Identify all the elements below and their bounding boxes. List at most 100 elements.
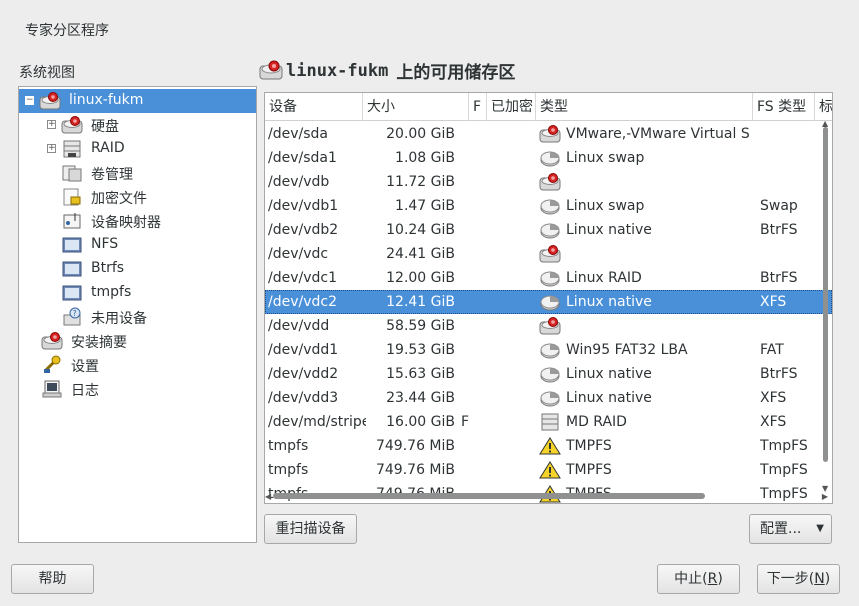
configure-label: 配置... <box>760 521 802 537</box>
device-cell: /dev/sda <box>268 126 328 142</box>
install-summary-icon <box>41 331 63 351</box>
tree-item[interactable]: NFS <box>19 233 256 257</box>
table-row[interactable]: /dev/vdc 24.41 GiB <box>265 242 832 266</box>
table-row[interactable]: /dev/vdd 58.59 GiB <box>265 314 832 338</box>
tree-item[interactable]: − linux-fukm <box>19 89 256 113</box>
system-view-label: 系统视图 <box>19 65 75 81</box>
column-header[interactable]: 类型 <box>536 93 753 121</box>
column-header[interactable]: 设备 <box>265 93 363 121</box>
configure-button[interactable]: 配置... ▼ <box>749 514 832 544</box>
log-icon <box>41 379 63 399</box>
device-cell: /dev/vdd2 <box>268 366 339 382</box>
expand-icon[interactable]: + <box>47 144 56 153</box>
column-header[interactable]: 已加密 <box>487 93 536 121</box>
fs-type-cell: XFS <box>760 390 787 406</box>
tree-item[interactable]: + 硬盘 <box>19 113 256 137</box>
vertical-scrollbar[interactable]: ▲ ▼ <box>822 119 830 493</box>
unused-device-icon: ? <box>61 307 83 327</box>
format-cell <box>461 458 475 482</box>
size-cell: 11.72 GiB <box>386 174 455 190</box>
tree-item[interactable]: 设置 <box>19 353 256 377</box>
tree-item[interactable]: 卷管理 <box>19 161 256 185</box>
table-row[interactable]: tmpfs 749.76 MiB TMPFS TmpFS <box>265 434 832 458</box>
format-cell <box>461 266 475 290</box>
storage-table[interactable]: 设备 大小 F 已加密 类型 FS 类型标 /dev/sda 20.00 GiB VMware… <box>264 92 833 504</box>
tree-item-label: 硬盘 <box>91 119 119 135</box>
format-cell <box>461 218 475 242</box>
encrypted-file-icon <box>61 187 83 207</box>
svg-text:?: ? <box>73 309 77 318</box>
table-row[interactable]: /dev/md/stripe 16.00 GiB F MD RAID XFS <box>265 410 832 434</box>
tree-item[interactable]: + RAID <box>19 137 256 161</box>
tree-item[interactable]: tmpfs <box>19 281 256 305</box>
device-cell: /dev/md/stripe <box>268 414 366 430</box>
fs-type-cell: Swap <box>760 198 798 214</box>
abort-button[interactable]: 中止(R) <box>657 564 740 594</box>
table-row[interactable]: /dev/vdc1 12.00 GiB Linux RAID BtrFS <box>265 266 832 290</box>
column-header[interactable]: 大小 <box>363 93 469 121</box>
device-cell: /dev/vdc2 <box>268 294 337 310</box>
horizontal-scrollbar[interactable]: ◀ ▶ <box>265 491 832 501</box>
format-cell <box>461 362 475 386</box>
next-button[interactable]: 下一步(N) <box>757 564 840 594</box>
tree-item[interactable]: 日志 <box>19 377 256 401</box>
column-header[interactable]: 标 <box>815 93 832 121</box>
type-cell: Linux native <box>566 366 652 382</box>
type-cell: TMPFS <box>566 438 612 454</box>
device-cell: /dev/vdb <box>268 174 330 190</box>
table-row[interactable]: /dev/vdb1 1.47 GiB Linux swap Swap <box>265 194 832 218</box>
system-view-tree[interactable]: − linux-fukm + 硬盘 + RAID 卷管理 加密文件 设备映射器 NFS Btrfs t… <box>18 86 257 543</box>
help-button[interactable]: 帮助 <box>11 564 94 594</box>
fs-type-cell: BtrFS <box>760 366 798 382</box>
table-row[interactable]: /dev/vdc2 12.41 GiB Linux native XFS <box>265 290 832 314</box>
format-cell <box>461 242 475 266</box>
column-header[interactable]: F <box>469 93 487 121</box>
window-title: 专家分区程序 <box>25 23 109 39</box>
table-row[interactable]: /dev/vdb 11.72 GiB <box>265 170 832 194</box>
horizontal-scroll-thumb[interactable] <box>273 493 705 499</box>
hard-disk-icon <box>61 115 83 135</box>
abort-label: 中止 <box>674 571 703 587</box>
device-cell: /dev/sda1 <box>268 150 337 166</box>
format-cell <box>461 338 475 362</box>
available-storage-title: 上的可用储存区 <box>396 63 516 83</box>
size-cell: 749.76 MiB <box>375 462 455 478</box>
table-row[interactable]: /dev/vdd2 15.63 GiB Linux native BtrFS <box>265 362 832 386</box>
fs-type-cell: FAT <box>760 342 784 358</box>
tree-item[interactable]: Btrfs <box>19 257 256 281</box>
size-cell: 749.76 MiB <box>375 438 455 454</box>
host-disk-icon <box>39 91 61 111</box>
fs-type-cell: BtrFS <box>760 222 798 238</box>
vertical-scroll-thumb[interactable] <box>823 127 828 462</box>
table-row[interactable]: tmpfs 749.76 MiB TMPFS TmpFS <box>265 458 832 482</box>
type-cell: Win95 FAT32 LBA <box>566 342 688 358</box>
table-row[interactable]: /dev/vdd3 23.44 GiB Linux native XFS <box>265 386 832 410</box>
scroll-left-icon[interactable]: ◀ <box>265 492 271 501</box>
size-cell: 16.00 GiB <box>386 414 455 430</box>
type-cell: Linux native <box>566 390 652 406</box>
warning-icon <box>539 460 561 480</box>
device-cell: /dev/vdb1 <box>268 198 339 214</box>
rescan-devices-button[interactable]: 重扫描设备 <box>264 514 357 544</box>
scroll-right-icon[interactable]: ▶ <box>822 492 828 501</box>
column-header[interactable]: FS 类型 <box>753 93 815 121</box>
partition-icon <box>539 268 561 288</box>
table-row[interactable]: /dev/sda1 1.08 GiB Linux swap <box>265 146 832 170</box>
nfs-folder-icon <box>61 235 83 255</box>
fs-type-cell: BtrFS <box>760 270 798 286</box>
collapse-icon[interactable]: − <box>25 96 34 105</box>
fs-type-cell <box>760 242 822 266</box>
settings-icon <box>41 355 63 375</box>
size-cell: 1.47 GiB <box>395 198 455 214</box>
type-cell: VMware,-VMware Virtual S <box>566 126 750 142</box>
tree-item[interactable]: 安装摘要 <box>19 329 256 353</box>
size-cell: 23.44 GiB <box>386 390 455 406</box>
tree-item[interactable]: 加密文件 <box>19 185 256 209</box>
table-row[interactable]: /dev/sda 20.00 GiB VMware,-VMware Virtual … <box>265 122 832 146</box>
table-row[interactable]: /dev/vdb2 10.24 GiB Linux native BtrFS <box>265 218 832 242</box>
tree-item[interactable]: ? 未用设备 <box>19 305 256 329</box>
size-cell: 19.53 GiB <box>386 342 455 358</box>
tree-item[interactable]: 设备映射器 <box>19 209 256 233</box>
expand-icon[interactable]: + <box>47 120 56 129</box>
table-row[interactable]: /dev/vdd1 19.53 GiB Win95 FAT32 LBA FAT <box>265 338 832 362</box>
